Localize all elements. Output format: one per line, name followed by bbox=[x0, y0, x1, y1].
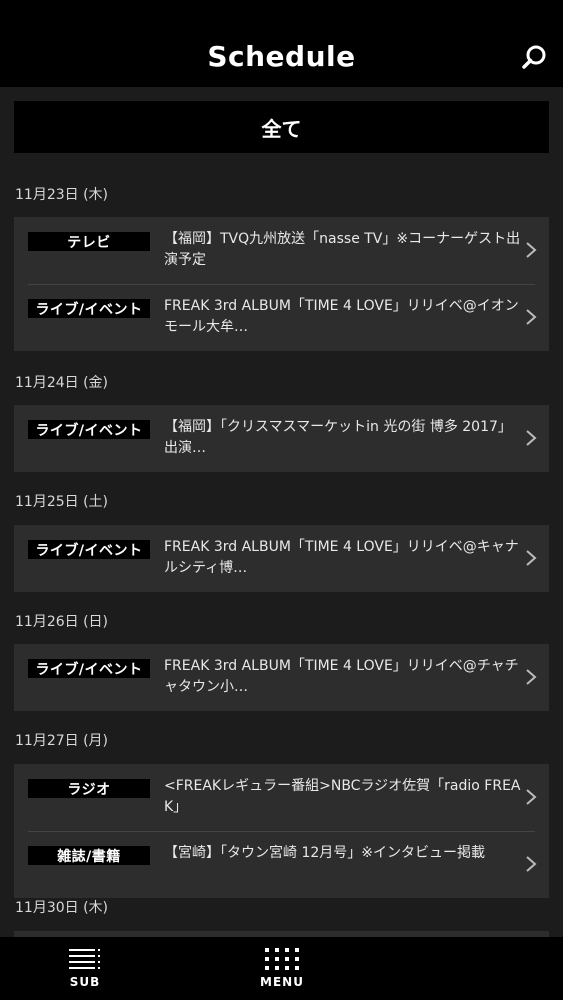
chevron-right-icon bbox=[526, 550, 537, 566]
event-title: 【宮崎】「タウン宮崎 12月号」※インタビュー掲載 bbox=[164, 845, 485, 861]
event-row[interactable]: 雑誌/書籍 【宮崎】「タウン宮崎 12月号」※インタビュー掲載 bbox=[14, 831, 549, 898]
date-label: 11月23日 (木) bbox=[15, 187, 109, 203]
chevron-right-icon bbox=[526, 242, 537, 258]
date-label: 11月26日 (日) bbox=[15, 614, 109, 630]
event-row[interactable]: テレビ 【福岡】TVQ九州放送「nasse TV」※コーナーゲスト出演予定 bbox=[14, 217, 549, 284]
category-badge: ライブ/イベント bbox=[28, 540, 150, 559]
category-badge: 雑誌/書籍 bbox=[28, 846, 150, 865]
date-label: 11月25日 (土) bbox=[15, 494, 109, 510]
bottom-tab-bar: SUB MENU bbox=[0, 937, 563, 1000]
header-bar: Schedule bbox=[0, 0, 563, 87]
event-title: <FREAKレギュラー番組>NBCラジオ佐賀「radio FREAK」 bbox=[164, 778, 521, 815]
schedule-screen: Schedule 全て 11月23日 (木) テレビ 【福岡】TVQ九州放送「n… bbox=[0, 0, 563, 1000]
category-badge: ライブ/イベント bbox=[28, 299, 150, 318]
day-card: ライブ/イベント FREAK 3rd ALBUM「TIME 4 LOVE」リリイ… bbox=[14, 644, 549, 711]
day-card: ライブ/イベント 【福岡】「クリスマスマーケットin 光の街 博多 2017」出… bbox=[14, 405, 549, 472]
list-menu-icon bbox=[69, 949, 100, 969]
chevron-right-icon bbox=[526, 789, 537, 805]
event-row[interactable]: ライブ/イベント FREAK 3rd ALBUM「TIME 4 LOVE」リリイ… bbox=[14, 525, 549, 592]
chevron-right-icon bbox=[526, 430, 537, 446]
category-badge: テレビ bbox=[28, 232, 150, 251]
event-row[interactable]: ライブ/イベント FREAK 3rd ALBUM「TIME 4 LOVE」リリイ… bbox=[14, 284, 549, 351]
date-label: 11月30日 (木) bbox=[15, 900, 109, 916]
category-badge: ライブ/イベント bbox=[28, 420, 150, 439]
event-row[interactable]: ライブ/イベント FREAK 3rd ALBUM「TIME 4 LOVE」リリイ… bbox=[14, 644, 549, 711]
page-title: Schedule bbox=[207, 40, 356, 73]
tab-menu-label: MENU bbox=[260, 975, 304, 989]
date-label: 11月27日 (月) bbox=[15, 733, 109, 749]
chevron-right-icon bbox=[526, 669, 537, 685]
event-title: FREAK 3rd ALBUM「TIME 4 LOVE」リリイベ@イオンモール大… bbox=[164, 298, 519, 335]
grid-menu-icon bbox=[265, 948, 299, 970]
day-card: ラジオ <FREAKレギュラー番組>NBCラジオ佐賀「radio FREAK」 … bbox=[14, 764, 549, 898]
category-filter-button[interactable]: 全て bbox=[14, 101, 549, 153]
schedule-list[interactable]: 全て 11月23日 (木) テレビ 【福岡】TVQ九州放送「nasse TV」※… bbox=[0, 87, 563, 937]
category-badge: ラジオ bbox=[28, 779, 150, 798]
category-badge: ライブ/イベント bbox=[28, 659, 150, 678]
chevron-right-icon bbox=[526, 856, 537, 872]
date-label: 11月24日 (金) bbox=[15, 375, 109, 391]
tab-sub[interactable]: SUB bbox=[55, 937, 115, 1000]
event-row[interactable]: ライブ/イベント 【福岡】「クリスマスマーケットin 光の街 博多 2017」出… bbox=[14, 405, 549, 472]
search-icon bbox=[522, 45, 546, 69]
chevron-right-icon bbox=[526, 309, 537, 325]
search-button[interactable] bbox=[519, 42, 549, 72]
tab-sub-label: SUB bbox=[69, 975, 101, 989]
event-title: FREAK 3rd ALBUM「TIME 4 LOVE」リリイベ@チャチャタウン… bbox=[164, 658, 519, 695]
tab-menu[interactable]: MENU bbox=[252, 937, 312, 1000]
event-title: 【福岡】TVQ九州放送「nasse TV」※コーナーゲスト出演予定 bbox=[164, 231, 521, 268]
event-row[interactable]: ラジオ <FREAKレギュラー番組>NBCラジオ佐賀「radio FREAK」 bbox=[14, 764, 549, 831]
day-card: テレビ 【福岡】TVQ九州放送「nasse TV」※コーナーゲスト出演予定 ライ… bbox=[14, 217, 549, 351]
event-title: FREAK 3rd ALBUM「TIME 4 LOVE」リリイベ@キャナルシティ… bbox=[164, 539, 519, 576]
event-title: 【福岡】「クリスマスマーケットin 光の街 博多 2017」出演… bbox=[164, 419, 512, 456]
day-card: ライブ/イベント FREAK 3rd ALBUM「TIME 4 LOVE」リリイ… bbox=[14, 525, 549, 592]
